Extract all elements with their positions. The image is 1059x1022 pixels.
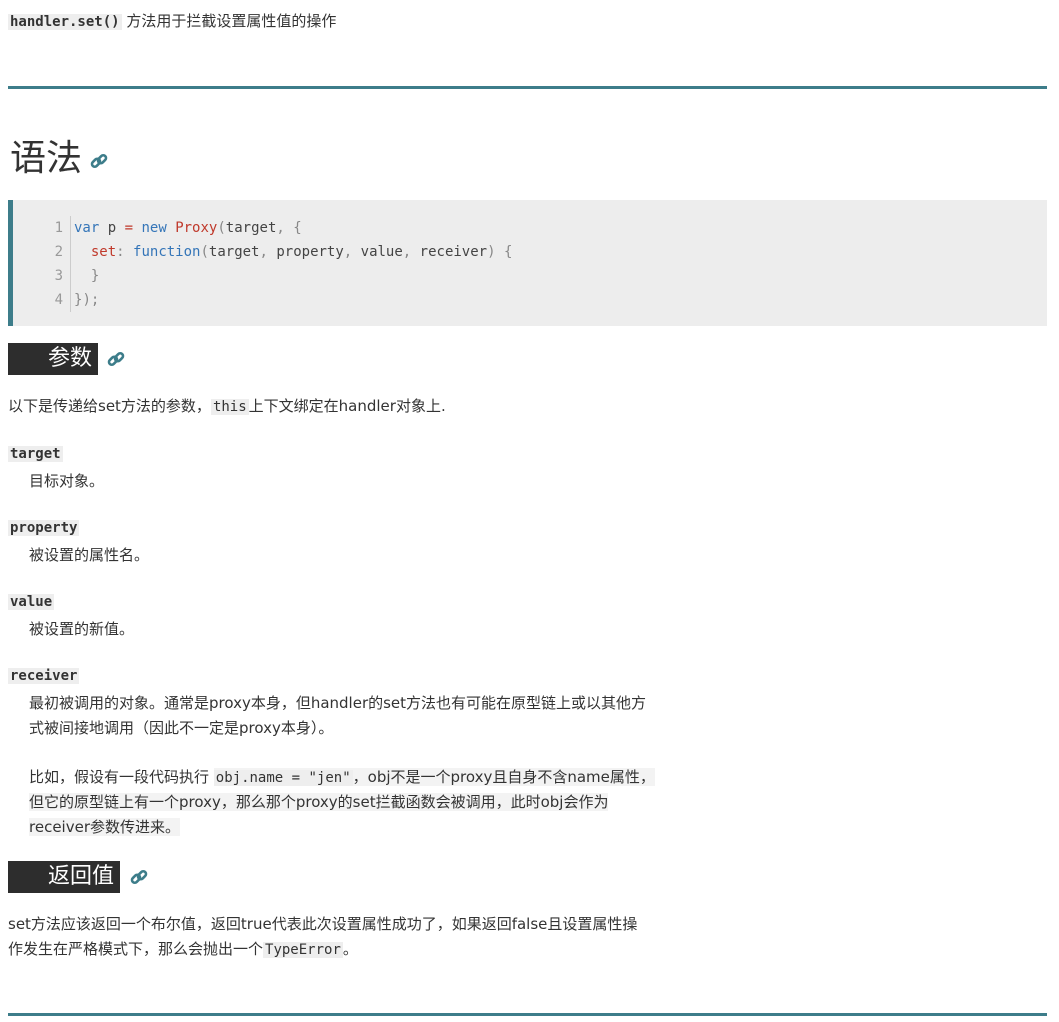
example-text-4: receiver参数传进来。 [29,818,180,836]
code-line: } [90,268,100,284]
code-line: }); [74,292,100,308]
line-number: 4 [54,292,63,308]
example-code: obj.name = "jen" [213,770,353,786]
param-desc-receiver-2: 式被间接地调用（因此不一定是proxy本身）。 [29,719,334,737]
code-line: set: function(target, property, value, r… [90,244,513,260]
returns-text: set方法应该返回一个布尔值，返回true代表此次设置属性成功了，如果返回fal… [8,915,638,933]
param-desc-property: 被设置的属性名。 [29,546,150,564]
example-text-3: 但它的原型链上有一个proxy，那么那个proxy的set拦截函数会被调用，此时… [29,793,609,811]
section-divider [8,1013,1047,1016]
example-text-2: ，obj不是一个proxy且自身不含name属性， [352,768,655,786]
returns-text-2: 作发生在严格模式下，那么会抛出一个 TypeError。 [8,937,358,963]
section-divider [8,86,1047,89]
link-icon[interactable] [107,350,125,372]
example-line-2: 但它的原型链上有一个proxy，那么那个proxy的set拦截函数会被调用，此时… [29,790,609,815]
example-line-3: receiver参数传进来。 [29,815,180,840]
intro-description: 方法用于拦截设置属性值的操作 [121,12,337,30]
param-name: receiver [8,668,80,684]
returns-text-a: 作发生在严格模式下，那么会抛出一个 [8,940,264,958]
example-line: 比如，假设有一段代码执行 obj.name = "jen" ，obj不是一个pro… [29,765,655,791]
code-line: var p = new Proxy(target, { [74,220,302,236]
link-icon[interactable] [90,134,108,184]
param-name: property [8,520,80,536]
typeerror-code: TypeError [263,942,343,958]
line-number: 3 [54,268,63,284]
param-term-receiver: receiver [8,668,80,684]
params-heading-text: 参数 [48,346,93,371]
intro-code: handler.set() [8,14,122,30]
syntax-heading-text: 语法 [10,138,83,179]
params-intro: 以下是传递给set方法的参数， this 上下文绑定在handler对象上. [8,394,446,420]
syntax-heading: 语法 [10,134,108,184]
param-desc-target: 目标对象。 [29,472,105,490]
param-name: target [8,446,63,462]
example-text: 比如，假设有一段代码执行 [29,768,214,786]
line-number: 2 [54,244,63,260]
params-intro-text-2: 上下文绑定在handler对象上. [248,397,446,415]
intro-text: handler.set() 方法用于拦截设置属性值的操作 [8,10,336,33]
params-intro-text: 以下是传递给set方法的参数， [8,397,211,415]
param-desc-receiver: 最初被调用的对象。通常是proxy本身，但handler的set方法也有可能在原… [29,694,647,712]
returns-text-b: 。 [342,940,358,958]
param-desc-value: 被设置的新值。 [29,620,135,638]
returns-heading: 返回值 [8,861,121,893]
param-name: value [8,594,55,610]
link-icon[interactable] [130,868,148,890]
param-term-property: property [8,520,80,536]
param-term-value: value [8,594,55,610]
param-term-target: target [8,446,63,462]
this-code: this [210,399,249,415]
code-block: 1 2 3 4 var p = new Proxy(target, { set:… [8,200,1047,326]
line-number: 1 [54,220,63,236]
params-heading: 参数 [8,343,99,375]
returns-heading-text: 返回值 [48,864,115,889]
